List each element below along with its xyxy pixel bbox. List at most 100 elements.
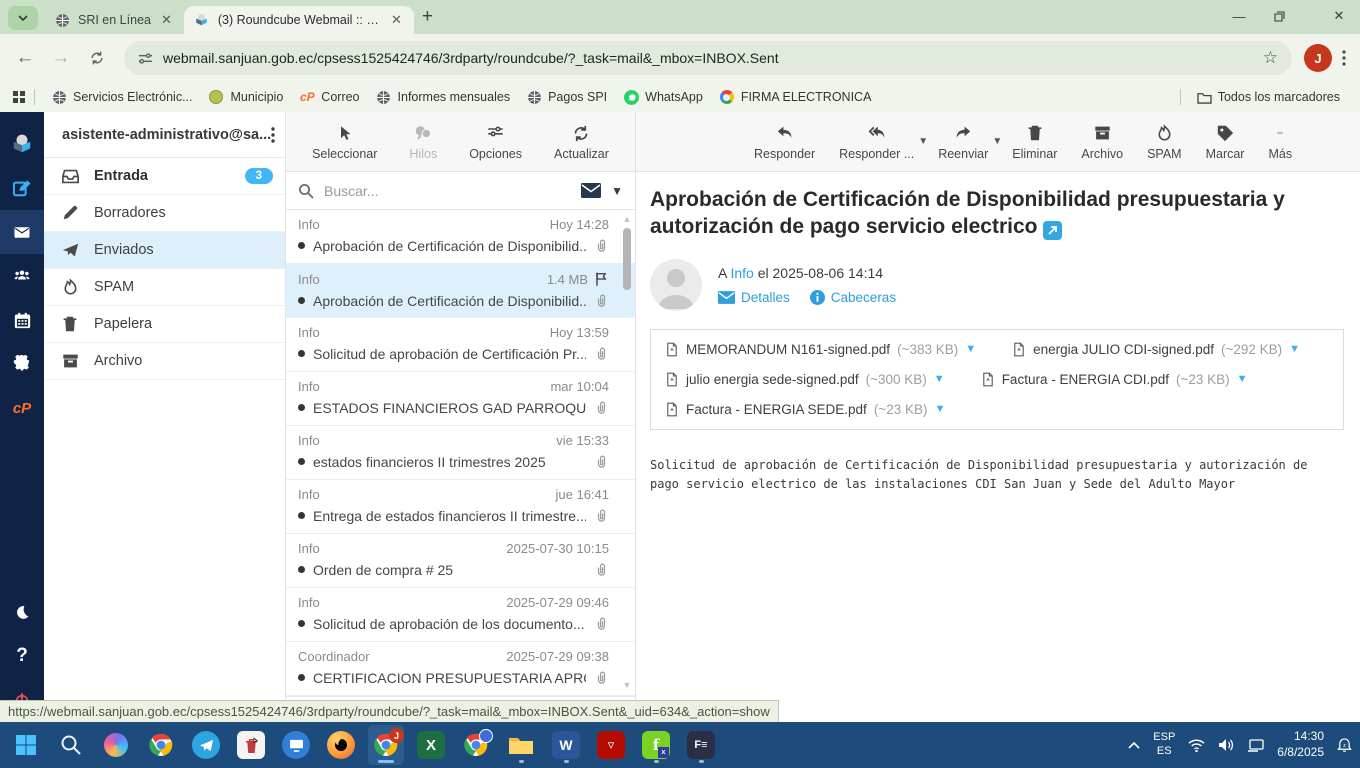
search-scope-envelope-icon[interactable] bbox=[581, 183, 602, 198]
message-row[interactable]: Info jue 16:41 Entrega de estados financ… bbox=[286, 480, 635, 534]
account-menu-icon[interactable] bbox=[271, 126, 275, 143]
language-indicator[interactable]: ESP ES bbox=[1153, 731, 1175, 759]
taskbar-telegram-icon[interactable] bbox=[188, 725, 224, 765]
message-row[interactable]: Info 2025-07-29 09:46 Solicitud de aprob… bbox=[286, 588, 635, 642]
bookmark-item[interactable]: cP Correo bbox=[291, 86, 367, 108]
search-options-chevron-icon[interactable]: ▼ bbox=[611, 184, 623, 198]
taskbar-explorer-icon[interactable] bbox=[503, 725, 539, 765]
taskbar-excel-icon[interactable]: X bbox=[413, 725, 449, 765]
address-bar[interactable]: webmail.sanjuan.gob.ec/cpsess1525424746/… bbox=[124, 41, 1292, 75]
minimize-button[interactable]: — bbox=[1224, 9, 1254, 24]
forward-button[interactable]: → bbox=[46, 43, 76, 73]
profile-avatar[interactable]: J bbox=[1304, 44, 1332, 72]
message-row[interactable]: Info 1.4 MB Aprobación de Certificación … bbox=[286, 264, 635, 318]
cast-icon[interactable] bbox=[1247, 738, 1264, 752]
attachment-chip[interactable]: julio energia sede-signed.pdf (~300 KB) … bbox=[665, 371, 945, 388]
scroll-up-icon[interactable]: ▲ bbox=[622, 214, 632, 224]
restore-button[interactable] bbox=[1274, 10, 1304, 22]
bookmark-item[interactable]: Servicios Electrónic... bbox=[43, 86, 200, 108]
dropdown-caret-icon[interactable]: ▼ bbox=[992, 136, 1002, 147]
new-tab-button[interactable]: + bbox=[422, 6, 433, 28]
taskbar-start-icon[interactable] bbox=[8, 725, 44, 765]
taskbar-remote-icon[interactable] bbox=[278, 725, 314, 765]
bookmark-item[interactable]: WhatsApp bbox=[615, 86, 711, 108]
settings-gear-icon[interactable] bbox=[0, 342, 44, 386]
taskbar-acrobat-icon[interactable]: ▿ bbox=[593, 725, 629, 765]
seleccionar-button[interactable]: Seleccionar bbox=[302, 122, 387, 161]
bookmark-item[interactable]: FIRMA ELECTRONICA bbox=[711, 86, 880, 108]
attachment-chip[interactable]: MEMORANDUM N161-signed.pdf (~383 KB) ▼ bbox=[665, 341, 976, 358]
taskbar-search-icon[interactable] bbox=[53, 725, 89, 765]
contacts-icon[interactable] bbox=[0, 254, 44, 298]
taskbar-chrome-call-icon[interactable] bbox=[458, 725, 494, 765]
volume-icon[interactable] bbox=[1218, 738, 1234, 752]
mail-icon[interactable] bbox=[0, 210, 44, 254]
opciones-button[interactable]: Opciones bbox=[459, 122, 532, 161]
close-button[interactable]: ✕ bbox=[1324, 8, 1354, 24]
help-icon[interactable]: ? bbox=[0, 634, 44, 678]
folder-item-entrada[interactable]: Entrada 3 bbox=[44, 158, 285, 195]
tab-search-chevron-icon[interactable] bbox=[8, 6, 38, 30]
message-row[interactable]: Info vie 15:33 estados financieros II tr… bbox=[286, 426, 635, 480]
hilos-button[interactable]: Hilos bbox=[399, 122, 447, 161]
m-s-button[interactable]: Más bbox=[1258, 122, 1302, 161]
attachment-chip[interactable]: Factura - ENERGIA CDI.pdf (~23 KB) ▼ bbox=[981, 371, 1248, 388]
browser-tab[interactable]: SRI en Línea ✕ bbox=[44, 6, 184, 34]
bookmark-item[interactable]: Informes mensuales bbox=[368, 86, 519, 108]
responder-button[interactable]: Responder bbox=[744, 122, 825, 161]
taskbar-firefox-icon[interactable] bbox=[323, 725, 359, 765]
eliminar-button[interactable]: Eliminar bbox=[1002, 122, 1067, 161]
bookmark-item[interactable]: Municipio bbox=[200, 86, 291, 108]
list-scrollbar[interactable]: ▲ ▼ bbox=[621, 214, 633, 690]
taskbar-word-icon[interactable]: W bbox=[548, 725, 584, 765]
attachment-menu-caret-icon[interactable]: ▼ bbox=[934, 373, 945, 385]
reload-button[interactable] bbox=[82, 43, 112, 73]
responder-button[interactable]: ▼ Responder ... bbox=[829, 122, 928, 161]
reenviar-button[interactable]: ▼ Reenviar bbox=[928, 122, 1002, 161]
clock[interactable]: 14:30 6/8/2025 bbox=[1277, 729, 1324, 760]
message-row[interactable]: Info Hoy 13:59 Solicitud de aprobación d… bbox=[286, 318, 635, 372]
search-input[interactable] bbox=[324, 182, 572, 199]
scroll-thumb[interactable] bbox=[623, 228, 631, 290]
archivo-button[interactable]: Archivo bbox=[1071, 122, 1133, 161]
url-text[interactable]: webmail.sanjuan.gob.ec/cpsess1525424746/… bbox=[163, 50, 1253, 66]
taskbar-sri-dimm-icon[interactable]: fx bbox=[638, 725, 674, 765]
site-settings-icon[interactable] bbox=[138, 51, 153, 66]
message-row[interactable]: Info mar 10:04 ESTADOS FINANCIEROS GAD P… bbox=[286, 372, 635, 426]
actualizar-button[interactable]: Actualizar bbox=[544, 122, 619, 161]
folder-item-spam[interactable]: SPAM bbox=[44, 269, 285, 306]
attachment-chip[interactable]: Factura - ENERGIA SEDE.pdf (~23 KB) ▼ bbox=[665, 401, 945, 418]
tab-close-icon[interactable]: ✕ bbox=[389, 12, 404, 28]
folder-item-papelera[interactable]: Papelera bbox=[44, 306, 285, 343]
taskbar-chrome-active-icon[interactable]: J bbox=[368, 725, 404, 765]
attachment-menu-caret-icon[interactable]: ▼ bbox=[965, 343, 976, 355]
taskbar-chrome-icon[interactable] bbox=[143, 725, 179, 765]
attachment-menu-caret-icon[interactable]: ▼ bbox=[1237, 373, 1248, 385]
back-button[interactable]: ← bbox=[10, 43, 40, 73]
wifi-icon[interactable] bbox=[1188, 739, 1205, 752]
folder-item-archivo[interactable]: Archivo bbox=[44, 343, 285, 380]
attachment-menu-caret-icon[interactable]: ▼ bbox=[934, 403, 945, 415]
folder-item-borradores[interactable]: Borradores bbox=[44, 195, 285, 232]
recipient-link[interactable]: Info bbox=[730, 265, 753, 281]
folder-item-enviados[interactable]: Enviados bbox=[44, 232, 285, 269]
message-row[interactable]: Info Hoy 14:28 Aprobación de Certificaci… bbox=[286, 210, 635, 264]
taskbar-recycle-icon[interactable] bbox=[233, 725, 269, 765]
bookmark-star-icon[interactable]: ☆ bbox=[1263, 48, 1278, 68]
marcar-button[interactable]: Marcar bbox=[1196, 122, 1255, 161]
browser-menu-icon[interactable] bbox=[1338, 50, 1350, 66]
dark-mode-moon-icon[interactable] bbox=[0, 590, 44, 634]
open-in-new-window-icon[interactable] bbox=[1043, 221, 1063, 241]
apps-grid-icon[interactable] bbox=[12, 90, 26, 104]
spam-button[interactable]: SPAM bbox=[1137, 122, 1192, 161]
calendar-icon[interactable] bbox=[0, 298, 44, 342]
attachment-menu-caret-icon[interactable]: ▼ bbox=[1289, 343, 1300, 355]
all-bookmarks-button[interactable]: Todos los marcadores bbox=[1189, 87, 1348, 107]
taskbar-copilot-icon[interactable] bbox=[98, 725, 134, 765]
headers-link[interactable]: Cabeceras bbox=[809, 289, 896, 305]
browser-tab[interactable]: (3) Roundcube Webmail :: Envia ✕ bbox=[183, 6, 414, 34]
compose-icon[interactable] bbox=[0, 166, 44, 210]
message-row[interactable]: Coordinador 2025-07-29 09:38 CERTIFICACI… bbox=[286, 642, 635, 696]
cpanel-icon[interactable]: cP bbox=[0, 386, 44, 430]
tab-close-icon[interactable]: ✕ bbox=[159, 12, 174, 28]
